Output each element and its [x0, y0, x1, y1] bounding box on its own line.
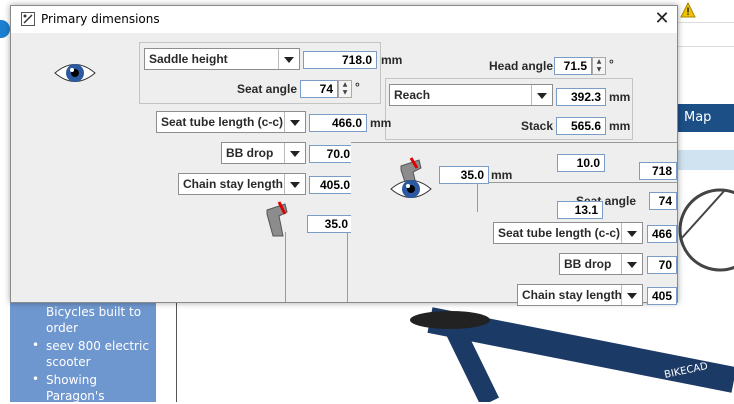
overlay-border — [351, 142, 677, 143]
seat-angle-spinner[interactable]: ▲ ▼ — [338, 80, 352, 98]
overlay-dropdown[interactable]: Chain stay length — [517, 284, 643, 306]
head-angle-label: Head angle — [489, 59, 554, 73]
sidebar-link[interactable]: Bicycles built to order — [46, 304, 150, 336]
tube-joint-icon — [266, 201, 288, 237]
eye-icon[interactable] — [389, 176, 433, 202]
chevron-down-icon — [531, 85, 552, 105]
overlay-field[interactable]: 10.0 — [557, 154, 605, 172]
chevron-down-icon — [284, 143, 305, 163]
seat-tube-length-dropdown[interactable]: Seat tube length (c-c) — [156, 111, 306, 133]
seat-angle-unit: ° — [355, 80, 360, 94]
bullet: • — [32, 372, 40, 386]
close-icon[interactable]: ✕ — [651, 8, 673, 29]
sidebar-link[interactable]: Showing Paragon's — [46, 372, 150, 404]
app-icon — [21, 12, 35, 26]
head-angle-spinner[interactable]: ▲ ▼ — [592, 57, 606, 75]
head-angle-unit: ° — [609, 57, 614, 71]
overlay-unit: mm — [491, 168, 513, 182]
dimension-line — [285, 232, 286, 302]
saddle-height-unit: mm — [381, 53, 403, 67]
chevron-down-icon — [621, 223, 642, 243]
background-sidebar: Bicycles built to order • seev 800 elect… — [10, 300, 156, 404]
overlay-field[interactable]: 74 — [649, 192, 677, 210]
dialog-title: Primary dimensions — [41, 12, 160, 26]
background-divider — [676, 22, 734, 23]
dimension-line — [347, 232, 348, 302]
warning-icon — [680, 1, 696, 21]
reach-unit: mm — [609, 90, 631, 104]
seat-angle-field[interactable]: 74 — [300, 80, 338, 98]
reach-field[interactable]: 392.3 — [556, 88, 606, 106]
dialog-titlebar[interactable]: Primary dimensions ✕ — [11, 6, 677, 33]
bullet: • — [32, 338, 40, 352]
overlay-field[interactable]: 405 — [647, 287, 677, 305]
stack-label: Stack — [521, 119, 554, 133]
bb-drop-field[interactable]: 70.0 — [309, 145, 355, 163]
chevron-down-icon — [278, 49, 299, 69]
saddle-height-field[interactable]: 718.0 — [303, 51, 377, 69]
chain-stay-length-dropdown[interactable]: Chain stay length — [178, 173, 306, 195]
chevron-down-icon — [621, 285, 642, 305]
chevron-down-icon — [621, 254, 642, 274]
overlay-dropdown[interactable]: BB drop — [559, 253, 643, 275]
head-angle-field[interactable]: 71.5 — [554, 57, 592, 75]
overlay-field[interactable]: 13.1 — [557, 201, 603, 219]
overlay-border — [477, 182, 478, 212]
overlay-field[interactable]: 70 — [647, 256, 677, 274]
seat-tube-length-unit: mm — [370, 116, 392, 130]
seat-tube-length-field[interactable]: 466.0 — [309, 114, 367, 132]
background-divider — [676, 46, 734, 47]
stack-field[interactable]: 565.6 — [556, 117, 606, 135]
reach-dropdown[interactable]: Reach — [389, 84, 553, 106]
overlay-border — [477, 182, 677, 183]
chevron-down-icon — [284, 112, 305, 132]
saddle-height-dropdown[interactable]: Saddle height — [144, 48, 300, 70]
seat-angle-label: Seat angle — [237, 82, 298, 96]
overlay-field[interactable]: 718 — [639, 162, 677, 180]
stack-unit: mm — [609, 119, 631, 133]
bb-drop-dropdown[interactable]: BB drop — [221, 142, 306, 164]
overlay-dropdown[interactable]: Seat tube length (c-c) — [493, 222, 643, 244]
overlay-field[interactable]: 35.0 — [439, 166, 489, 184]
chevron-down-icon — [284, 174, 305, 194]
overlay-field[interactable]: 466 — [647, 225, 677, 243]
primary-dimensions-dialog: Primary dimensions ✕ Saddle height 718.0… — [10, 5, 678, 306]
lower-value-field[interactable]: 35.0 — [307, 215, 353, 233]
chain-stay-length-field[interactable]: 405.0 — [309, 176, 355, 194]
sidebar-link[interactable]: seev 800 electric scooter — [46, 338, 150, 370]
eye-icon[interactable] — [53, 60, 97, 86]
background-divider — [176, 300, 177, 402]
